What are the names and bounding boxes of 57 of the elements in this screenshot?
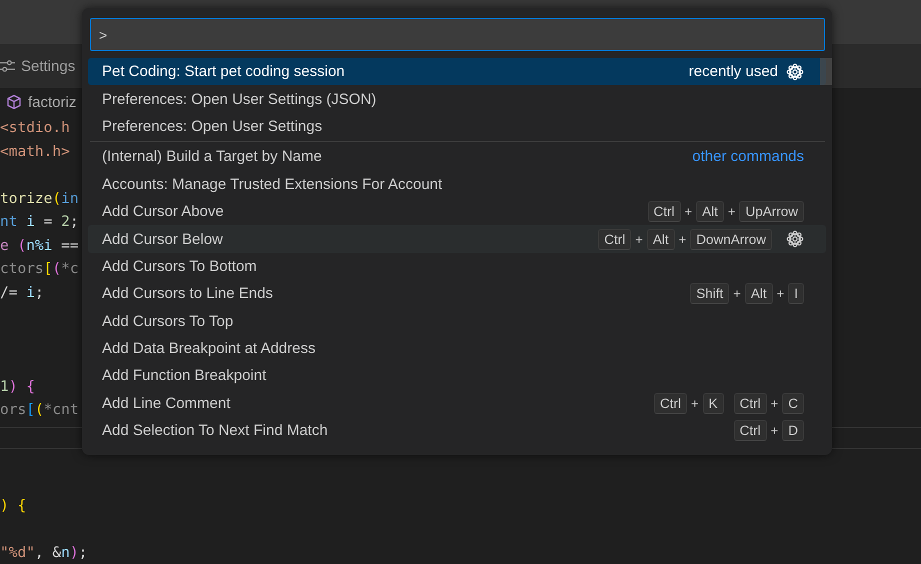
code-line: torize(in [0, 190, 79, 206]
plus-sign: + [733, 286, 741, 302]
key-cap: Alt [744, 283, 773, 304]
code-line: 1) { [0, 378, 35, 394]
key-cap: Shift [690, 283, 730, 304]
plus-sign: + [728, 204, 736, 220]
sliders-icon [0, 58, 15, 74]
command-item[interactable]: Add Function Breakpoint [88, 362, 826, 390]
command-item[interactable]: Add Cursor Above Ctrl + Alt + UpArrow [88, 198, 826, 226]
code-line: ctors[(*c [0, 261, 79, 277]
plus-sign: + [770, 423, 778, 438]
command-item[interactable]: (Internal) Build a Target by Name other commands [88, 143, 826, 171]
group-label: other commands [692, 148, 804, 166]
plus-sign: + [678, 232, 686, 247]
key-cap: I [788, 283, 804, 304]
command-item[interactable]: Add Selection To Next Find Match Ctrl + D [88, 417, 826, 444]
plus-sign: + [635, 232, 643, 247]
key-cap: K [702, 392, 724, 414]
plus-sign: + [776, 286, 784, 302]
code-line: ors[(*cnt [0, 402, 79, 418]
key-cap: C [782, 392, 804, 414]
code-line: e (n%i == [0, 238, 79, 254]
plus-sign: + [684, 204, 692, 220]
key-cap: D [782, 420, 804, 442]
scrollbar-thumb[interactable] [820, 58, 832, 85]
cube-icon [6, 94, 22, 110]
command-item[interactable]: Add Cursor Below Ctrl + Alt + DownArrow [88, 225, 826, 253]
key-cap: Ctrl [648, 201, 681, 222]
command-item[interactable]: Add Cursors To Bottom [88, 252, 826, 280]
command-item[interactable]: Preferences: Open User Settings [88, 112, 826, 140]
code-line: /= i; [0, 284, 44, 300]
code-line: <math.h> [0, 144, 70, 160]
command-item[interactable]: Accounts: Manage Trusted Extensions For Account [88, 170, 826, 198]
command-item[interactable]: Add Line Comment Ctrl + K Ctrl + C [88, 390, 826, 418]
key-cap: DownArrow [690, 228, 772, 250]
plus-sign: + [770, 396, 778, 411]
key-cap: Ctrl [734, 392, 767, 414]
code-line: ) { [0, 498, 26, 514]
code-line: nt i = 2; [0, 214, 79, 230]
key-cap: Ctrl [734, 420, 767, 442]
gear-icon[interactable] [786, 62, 804, 81]
key-cap: Ctrl [654, 392, 688, 414]
code-line: "%d", &n); [0, 544, 88, 560]
command-item[interactable]: Add Data Breakpoint at Address [88, 334, 826, 362]
command-item[interactable]: Preferences: Open User Settings (JSON) [88, 85, 826, 113]
key-cap: Alt [646, 228, 675, 250]
command-item[interactable]: Add Cursors To Top [88, 308, 826, 335]
breadcrumb-item[interactable]: factoriz [28, 94, 76, 110]
key-cap: Alt [696, 201, 724, 222]
gear-icon[interactable] [786, 230, 804, 248]
group-label: recently used [688, 63, 778, 80]
plus-sign: + [691, 396, 699, 411]
key-cap: UpArrow [739, 201, 804, 222]
key-cap: Ctrl [598, 228, 632, 250]
command-input[interactable]: > [90, 18, 825, 51]
command-item[interactable]: Add Cursors to Line Ends Shift + Alt + I [88, 280, 826, 308]
code-line: <stdio.h [0, 120, 70, 136]
